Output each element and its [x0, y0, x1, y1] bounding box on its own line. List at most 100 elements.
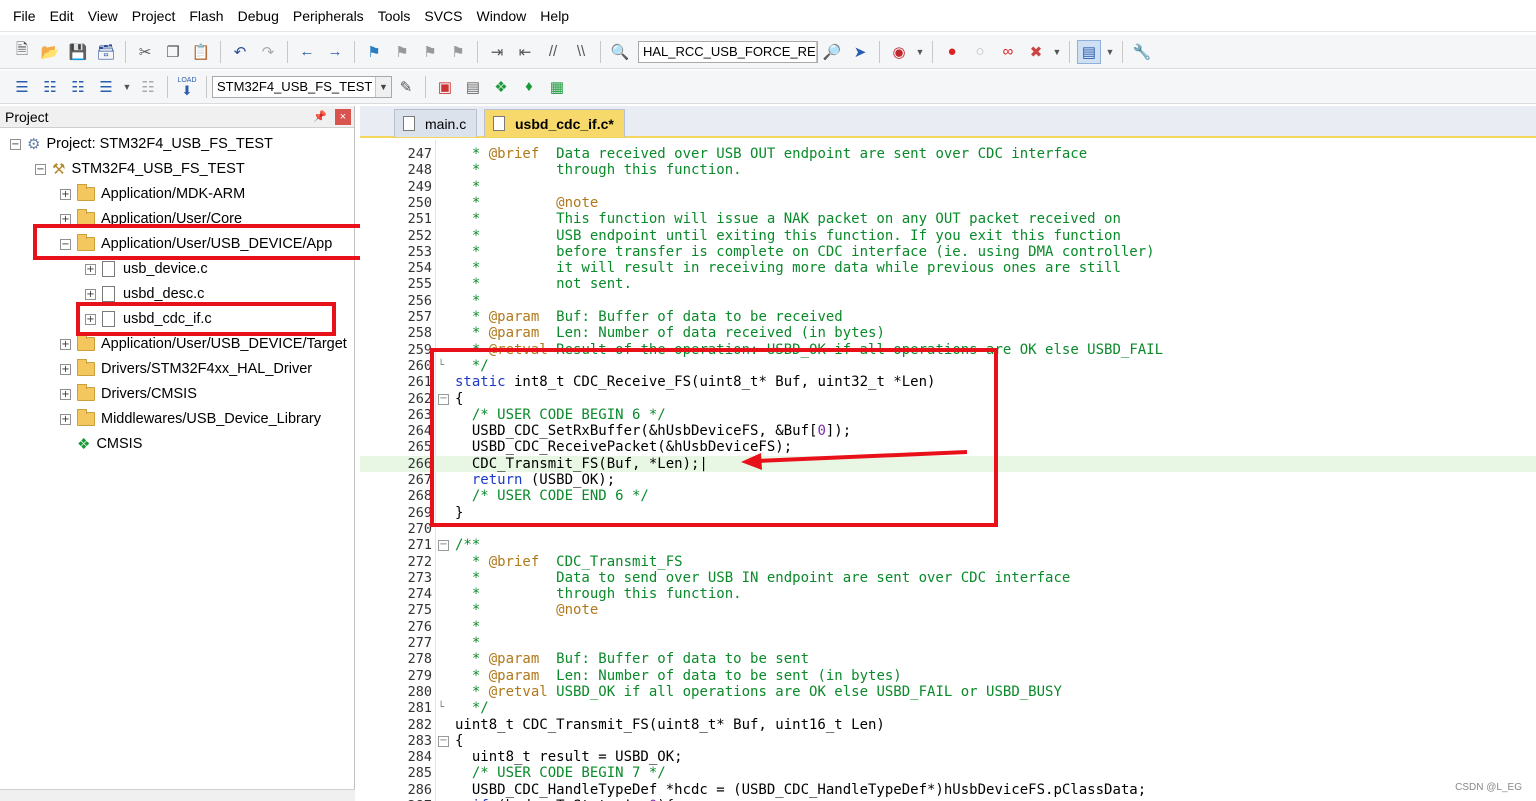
find-in-files-icon[interactable]: 🔍 [608, 40, 632, 64]
undo-icon[interactable]: ↶ [228, 40, 252, 64]
pack-installer-icon[interactable]: ♦ [517, 75, 541, 99]
batch-build-icon[interactable]: ☰ [94, 75, 118, 99]
target-options-icon[interactable]: ✎ [394, 75, 418, 99]
translate-icon[interactable]: ☰ [10, 75, 34, 99]
paste-icon[interactable]: 📋 [189, 40, 213, 64]
menu-item-peripherals[interactable]: Peripherals [286, 0, 371, 32]
fold-toggle-icon[interactable]: − [438, 540, 449, 552]
run-time-environment-icon[interactable]: ❖ [489, 75, 513, 99]
unindent-icon[interactable]: ⇤ [513, 40, 537, 64]
tree-node[interactable]: + Drivers/STM32F4xx_HAL_Driver [60, 357, 312, 381]
copy-icon[interactable]: ❐ [161, 40, 185, 64]
new-file-icon[interactable]: 🗎 [10, 40, 34, 64]
menu-item-flash[interactable]: Flash [182, 0, 230, 32]
expand-icon[interactable]: + [60, 413, 71, 425]
kill-breakpoints-icon[interactable]: ✖ [1024, 40, 1048, 64]
disable-breakpoint-icon[interactable]: ○ [968, 40, 992, 64]
comment-icon[interactable]: // [541, 40, 565, 64]
line-number: 282 [407, 716, 432, 733]
fold-toggle-icon[interactable]: − [438, 735, 449, 747]
expand-icon[interactable]: + [85, 288, 96, 300]
chevron-down-icon[interactable]: ▼ [915, 40, 925, 64]
line-number: 256 [407, 292, 432, 309]
line-number: 259 [407, 341, 432, 358]
close-icon[interactable]: × [335, 108, 351, 125]
code-token: * through this function. [455, 586, 742, 603]
cut-icon[interactable]: ✂ [133, 40, 157, 64]
clear-bookmarks-icon[interactable]: ⚑ [446, 40, 470, 64]
line-number: 285 [407, 765, 432, 782]
collapse-icon[interactable]: − [10, 138, 21, 150]
line-number: 249 [407, 178, 432, 195]
save-all-icon[interactable]: 🗃 [94, 40, 118, 64]
download-icon[interactable]: LOAD ⬇ [175, 75, 199, 99]
line-number: 254 [407, 260, 432, 277]
toolbar-separator [220, 40, 221, 63]
tree-node[interactable]: + Application/MDK-ARM [60, 182, 245, 206]
open-file-icon[interactable]: 📂 [38, 40, 62, 64]
find-icon[interactable]: 🔎 [820, 40, 844, 64]
expand-icon[interactable]: + [60, 363, 71, 375]
code-line: 255 * not sent. [360, 276, 1536, 292]
code-line: 285 /* USER CODE BEGIN 7 */ [360, 765, 1536, 781]
tree-node[interactable]: + usb_device.c [85, 257, 208, 281]
menu-item-view[interactable]: View [81, 0, 125, 32]
indent-icon[interactable]: ⇥ [485, 40, 509, 64]
tab-file[interactable]: main.c [394, 109, 478, 137]
menu-item-project[interactable]: Project [125, 0, 183, 32]
tree-node[interactable]: + Drivers/CMSIS [60, 382, 197, 406]
disable-all-breakpoints-icon[interactable]: ∞ [996, 40, 1020, 64]
code-line: 271−/** [360, 537, 1536, 553]
bookmark-icon[interactable]: ⚑ [362, 40, 386, 64]
expand-icon[interactable]: + [60, 188, 71, 200]
rebuild-icon[interactable]: ☷ [66, 75, 90, 99]
menu-item-tools[interactable]: Tools [371, 0, 418, 32]
find-combo[interactable]: HAL_RCC_USB_FORCE_RE ▼ [638, 40, 818, 63]
window-layout-icon[interactable]: ▤ [1077, 39, 1101, 64]
chevron-down-icon[interactable]: ▼ [375, 76, 391, 97]
expand-icon[interactable]: + [60, 338, 71, 350]
prev-bookmark-icon[interactable]: ⚑ [390, 40, 414, 64]
expand-icon[interactable]: + [60, 388, 71, 400]
nav-forward-icon[interactable]: → [323, 40, 347, 64]
menu-item-window[interactable]: Window [470, 0, 534, 32]
line-number: 269 [407, 504, 432, 521]
breakpoint-icon[interactable]: ● [940, 40, 964, 64]
tab-file[interactable]: usbd_cdc_if.c* [484, 109, 625, 137]
configure-icon[interactable]: 🔧 [1130, 40, 1154, 64]
target-select[interactable]: STM32F4_USB_FS_TEST ▼ [212, 75, 392, 98]
tree-node[interactable]: − ⚙ Project: STM32F4_USB_FS_TEST [10, 132, 273, 156]
nav-back-icon[interactable]: ← [295, 40, 319, 64]
expand-icon[interactable]: + [85, 263, 96, 275]
redo-icon[interactable]: ↷ [256, 40, 280, 64]
tree-node[interactable]: − ⚒ STM32F4_USB_FS_TEST [35, 157, 245, 181]
collapse-icon[interactable]: − [35, 163, 46, 175]
tab-label: usbd_cdc_if.c* [515, 115, 614, 132]
pin-icon[interactable]: 📌 [313, 110, 327, 123]
line-number: 270 [407, 520, 432, 537]
manage-components-icon[interactable]: ▣ [433, 75, 457, 99]
menu-item-edit[interactable]: Edit [43, 0, 81, 32]
line-number: 281 [407, 700, 432, 717]
menu-item-debug[interactable]: Debug [231, 0, 286, 32]
menu-item-svcs[interactable]: SVCS [417, 0, 469, 32]
menu-item-file[interactable]: File [6, 0, 43, 32]
tree-node[interactable]: + Middlewares/USB_Device_Library [60, 407, 321, 431]
next-bookmark-icon[interactable]: ⚑ [418, 40, 442, 64]
save-icon[interactable]: 💾 [66, 40, 90, 64]
chevron-down-icon[interactable]: ▼ [1105, 40, 1115, 64]
incremental-find-icon[interactable]: ➤ [848, 40, 872, 64]
stop-build-icon[interactable]: ☷ [136, 75, 160, 99]
file-extensions-icon[interactable]: ▤ [461, 75, 485, 99]
chevron-down-icon[interactable]: ▼ [1052, 40, 1062, 64]
expand-icon[interactable]: + [60, 213, 71, 225]
menu-item-help[interactable]: Help [533, 0, 576, 32]
horizontal-scrollbar[interactable] [0, 789, 355, 801]
select-software-packs-icon[interactable]: ▦ [545, 75, 569, 99]
uncomment-icon[interactable]: \\ [569, 40, 593, 64]
tree-node[interactable]: ❖ CMSIS [60, 432, 142, 456]
debug-session-icon[interactable]: ◉ [887, 40, 911, 64]
chevron-down-icon[interactable]: ▼ [122, 75, 132, 99]
build-icon[interactable]: ☷ [38, 75, 62, 99]
chevron-down-icon[interactable]: ▼ [815, 41, 817, 62]
